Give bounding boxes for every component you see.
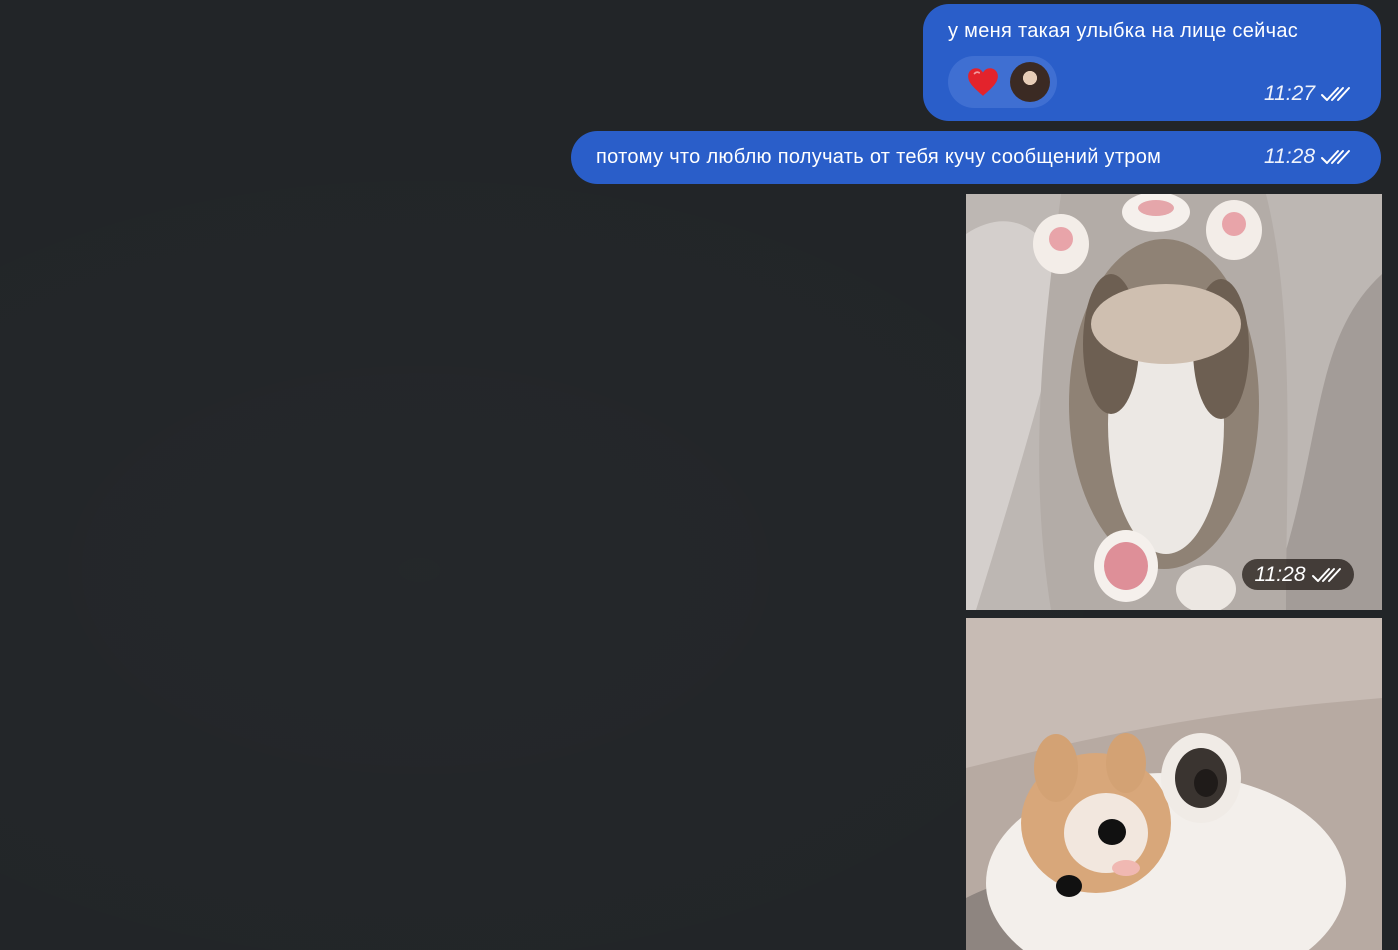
photo-message[interactable] bbox=[966, 194, 1382, 610]
message-time: 11:28 bbox=[1264, 145, 1315, 168]
message-text: у меня такая улыбка на лице сейчас bbox=[948, 20, 1299, 42]
message-meta: 11:28 bbox=[1264, 145, 1351, 169]
message-meta: 11:27 bbox=[1264, 82, 1351, 106]
double-check-icon bbox=[1321, 87, 1350, 101]
reaction-user-avatar[interactable] bbox=[1010, 62, 1050, 102]
message-time: 11:27 bbox=[1264, 82, 1315, 105]
double-check-icon bbox=[1311, 567, 1341, 582]
kitten-photo bbox=[966, 618, 1382, 950]
outgoing-message[interactable]: у меня такая улыбка на лице сейчас 11:27 bbox=[923, 4, 1381, 121]
message-text: потому что люблю получать от тебя кучу с… bbox=[596, 146, 1162, 168]
outgoing-message[interactable]: потому что люблю получать от тебя кучу с… bbox=[571, 131, 1381, 184]
reaction-pill[interactable] bbox=[948, 56, 1057, 108]
heart-icon bbox=[968, 68, 998, 96]
photo-time-badge: 11:28 bbox=[1242, 559, 1354, 590]
double-check-icon bbox=[1321, 150, 1350, 164]
photo-message[interactable] bbox=[966, 618, 1382, 950]
message-time: 11:28 bbox=[1254, 562, 1306, 586]
kitten-photo bbox=[966, 194, 1382, 610]
